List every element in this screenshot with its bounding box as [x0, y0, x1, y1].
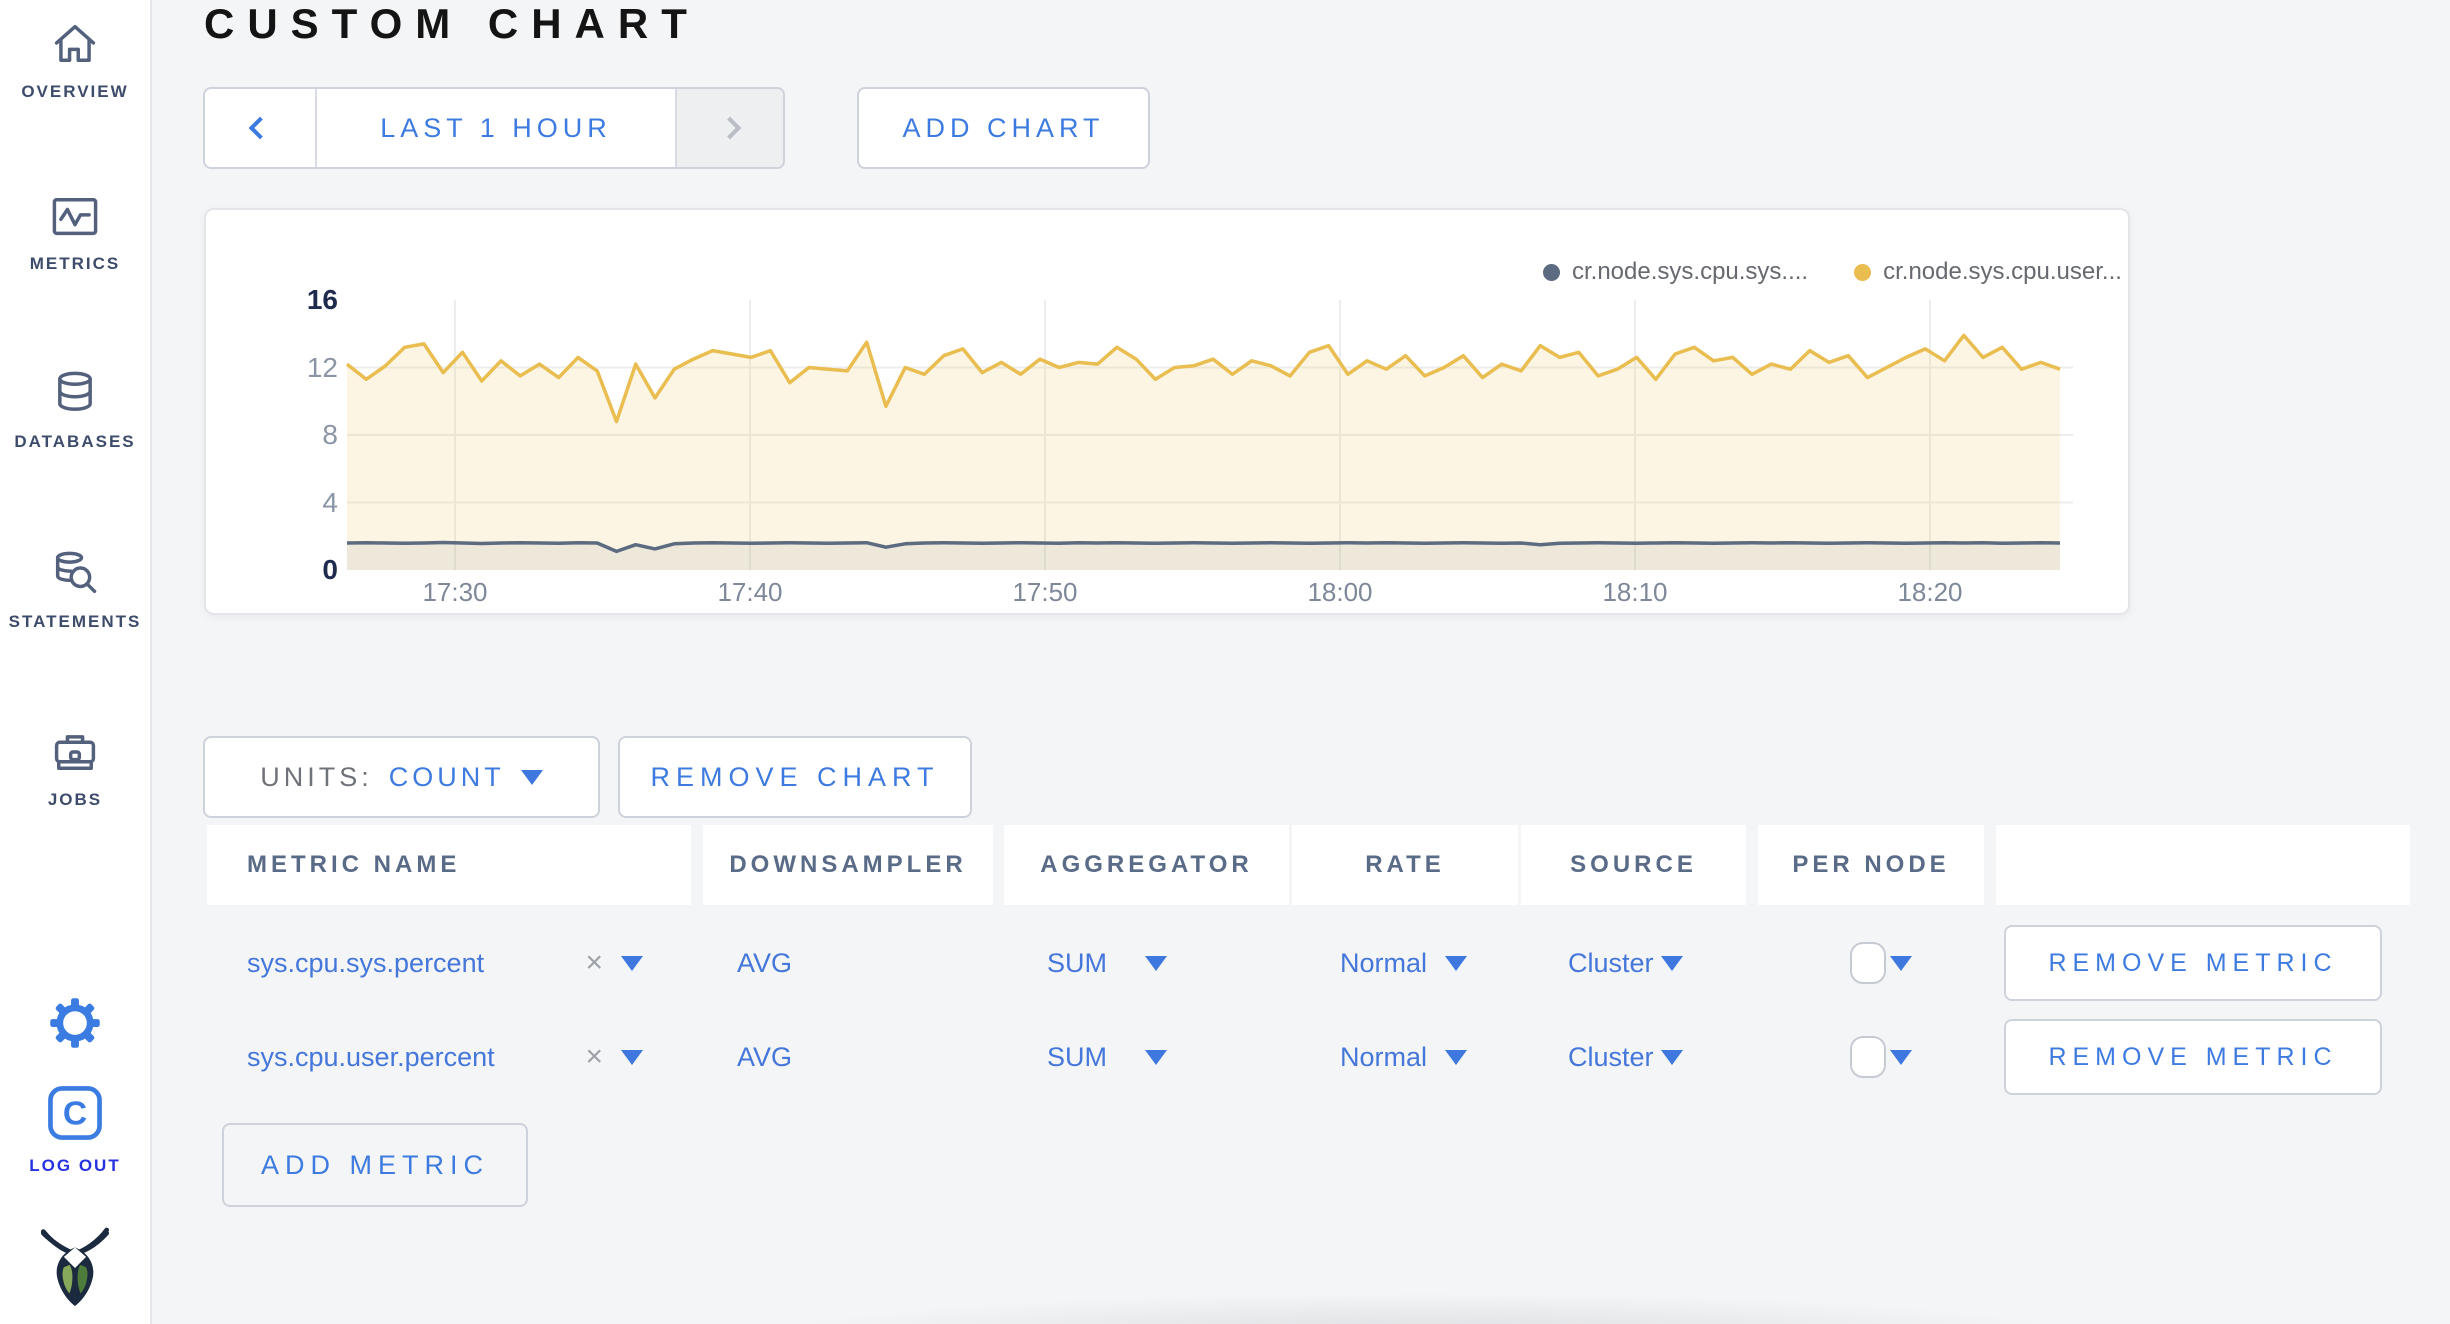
briefcase-icon [0, 726, 150, 778]
sidebar-item-label: METRICS [29, 254, 121, 273]
sidebar-item-databases[interactable]: DATABASES [0, 368, 150, 452]
cockroach-logo [0, 1226, 150, 1310]
database-icon [0, 368, 150, 420]
downsampler-dropdown[interactable]: AVG [737, 1042, 792, 1073]
sidebar-item-overview[interactable]: OVERVIEW [0, 18, 150, 102]
sidebar-item-label: OVERVIEW [21, 82, 129, 101]
time-range-dropdown[interactable]: LAST 1 HOUR [317, 89, 675, 167]
x-axis-tick: 17:30 [422, 577, 488, 607]
logout-label: LOG OUT [29, 1156, 121, 1175]
downsampler-dropdown[interactable]: AVG [737, 948, 792, 979]
cockroach-c-icon: C [0, 1082, 150, 1144]
remove-chart-button[interactable]: REMOVE CHART [618, 736, 972, 818]
chevron-left-icon [248, 116, 272, 140]
units-label: UNITS: [260, 761, 373, 792]
chart-legend: cr.node.sys.cpu.sys.... cr.node.sys.cpu.u… [1543, 258, 2122, 286]
clear-metric-icon[interactable]: × [585, 1040, 603, 1074]
legend-label: cr.node.sys.cpu.user... [1883, 258, 2122, 285]
sidebar: OVERVIEW METRICS DATABASES STATEMENTS JO… [0, 0, 152, 1324]
column-header-per-node: PER NODE [1758, 825, 1984, 905]
svg-text:C: C [63, 1096, 87, 1133]
time-range-prev-button[interactable] [205, 89, 317, 167]
column-header-actions [1996, 825, 2410, 905]
column-header-metric-name: METRIC NAME [207, 825, 691, 905]
metric-name-dropdown[interactable]: sys.cpu.sys.percent [247, 948, 484, 979]
logout-button[interactable]: C LOG OUT [0, 1082, 150, 1176]
column-header-rate: RATE [1292, 825, 1518, 905]
aggregator-dropdown[interactable]: SUM [1047, 948, 1107, 979]
time-range-selector: LAST 1 HOUR [203, 87, 785, 169]
units-value: COUNT [388, 761, 505, 792]
x-axis-tick: 17:50 [1012, 577, 1078, 607]
legend-dot-icon [1854, 263, 1872, 281]
add-metric-button[interactable]: ADD METRIC [222, 1123, 528, 1207]
clear-metric-icon[interactable]: × [585, 946, 603, 980]
legend-item: cr.node.sys.cpu.user... [1854, 258, 2122, 286]
y-axis-tick: 8 [322, 419, 338, 450]
settings-button[interactable] [0, 996, 150, 1050]
sidebar-item-statements[interactable]: STATEMENTS [0, 548, 150, 632]
remove-metric-button[interactable]: REMOVE METRIC [2004, 1019, 2382, 1095]
per-node-checkbox[interactable] [1850, 942, 1886, 984]
units-dropdown[interactable]: UNITS: COUNT [203, 736, 600, 818]
chevron-right-icon [718, 116, 742, 140]
source-dropdown[interactable]: Cluster [1568, 1042, 1654, 1073]
rate-dropdown[interactable]: Normal [1340, 1042, 1427, 1073]
legend-label: cr.node.sys.cpu.sys.... [1572, 258, 1809, 285]
gear-icon [0, 996, 150, 1050]
column-header-downsampler: DOWNSAMPLER [703, 825, 993, 905]
metric-name-dropdown[interactable]: sys.cpu.user.percent [247, 1042, 495, 1073]
column-header-source: SOURCE [1521, 825, 1746, 905]
caret-down-icon[interactable] [621, 1049, 643, 1065]
statements-icon [0, 548, 150, 600]
metric-row: sys.cpu.user.percent × AVG SUM Normal Cl… [207, 1012, 2410, 1102]
sidebar-item-label: JOBS [47, 790, 103, 809]
source-dropdown[interactable]: Cluster [1568, 948, 1654, 979]
time-range-next-button[interactable] [675, 89, 783, 167]
sidebar-item-metrics[interactable]: METRICS [0, 190, 150, 274]
y-axis-tick: 12 [306, 351, 338, 383]
panel-bottom-shadow [580, 1286, 2270, 1324]
metric-row: sys.cpu.sys.percent × AVG SUM Normal Clu… [207, 918, 2410, 1008]
y-axis-tick: 16 [306, 284, 338, 315]
y-axis-tick: 0 [322, 554, 338, 585]
rate-dropdown[interactable]: Normal [1340, 948, 1427, 979]
x-axis-tick: 18:20 [1897, 577, 1963, 607]
x-axis-tick: 18:10 [1602, 577, 1668, 607]
legend-item: cr.node.sys.cpu.sys.... [1543, 258, 1808, 286]
x-axis-tick: 17:40 [717, 577, 783, 607]
cockroach-bug-icon [0, 1226, 150, 1310]
sidebar-item-label: STATEMENTS [8, 612, 142, 631]
per-node-checkbox[interactable] [1850, 1036, 1886, 1078]
home-icon [0, 18, 150, 70]
column-header-aggregator: AGGREGATOR [1004, 825, 1289, 905]
sidebar-item-jobs[interactable]: JOBS [0, 726, 150, 810]
metrics-icon [0, 190, 150, 242]
sidebar-item-label: DATABASES [14, 432, 136, 451]
x-axis-tick: 18:00 [1307, 577, 1373, 607]
caret-down-icon[interactable] [621, 955, 643, 971]
add-chart-button[interactable]: ADD CHART [857, 87, 1150, 169]
caret-down-icon [520, 769, 543, 785]
legend-dot-icon [1543, 263, 1560, 281]
page-title: CUSTOM CHART [204, 0, 700, 47]
aggregator-dropdown[interactable]: SUM [1047, 1042, 1107, 1073]
remove-metric-button[interactable]: REMOVE METRIC [2004, 925, 2382, 1001]
y-axis-tick: 4 [322, 486, 338, 518]
